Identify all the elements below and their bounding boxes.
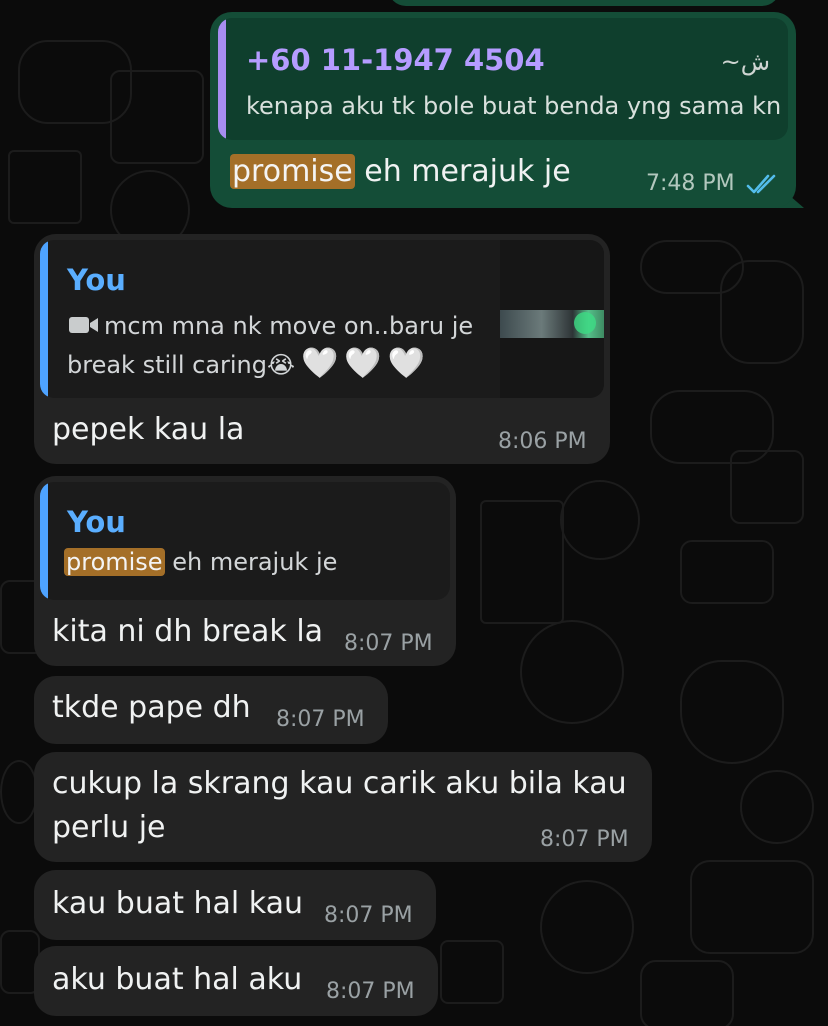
video-camera-icon [68,314,102,336]
message-time: 8:07 PM [326,979,415,1004]
quote-text-line2-text: break still caring [67,351,268,379]
doodle-icon [440,940,504,1004]
white-heart-icon: 🤍 [387,346,426,381]
message-text-line1: cukup la skrang kau carik aku bila kau [52,766,627,801]
quoted-message[interactable]: You promise eh merajuk je [40,482,450,600]
quote-sender-alias: ~ش [720,48,770,76]
doodle-icon [640,960,734,1026]
message-bubble-incoming[interactable]: kau buat hal kau 8:07 PM [34,870,436,940]
message-text: pepek kau la [52,412,245,447]
highlighted-word: promise [230,154,355,189]
highlighted-word: promise [64,548,165,576]
message-time: 8:07 PM [276,707,365,732]
doodle-icon [110,70,204,164]
message-time: 8:06 PM [498,429,587,454]
doodle-icon [8,150,82,224]
video-thumbnail[interactable] [500,240,604,398]
quote-text-rest: eh merajuk je [164,548,338,576]
message-time: 7:48 PM [646,171,735,196]
double-check-icon [746,170,780,198]
doodle-icon [740,770,814,844]
quoted-message[interactable]: +60 11-1947 4504 ~ش kenapa aku tk bole b… [218,18,788,140]
quote-sender: +60 11-1947 4504 [246,43,545,77]
doodle-icon [480,500,564,624]
message-time: 8:07 PM [344,631,433,656]
message-text: aku buat hal aku [52,962,303,997]
message-text: tkde pape dh [52,690,251,725]
message-bubble-incoming[interactable]: You promise eh merajuk je kita ni dh bre… [34,476,456,666]
crying-emoji: 😭 [267,351,296,379]
quote-text: kenapa aku tk bole buat benda yng sama k… [246,92,782,120]
message-text: promise eh merajuk je [230,150,571,194]
quote-accent-bar [40,240,48,398]
quote-sender: You [67,505,126,539]
doodle-icon [520,620,624,724]
doodle-icon [730,450,804,524]
doodle-icon [540,880,634,974]
doodle-icon [0,760,38,824]
quote-accent-bar [218,18,226,140]
white-heart-icon: 🤍 [301,346,339,381]
doodle-icon [560,480,640,560]
message-text: kau buat hal kau [52,886,304,921]
thumbnail-glow [574,312,596,334]
message-bubble-incoming[interactable]: tkde pape dh 8:07 PM [34,676,388,744]
message-bubble-incoming[interactable]: cukup la skrang kau carik aku bila kau p… [34,752,652,862]
doodle-icon [690,860,814,954]
quote-sender: You [67,263,126,297]
white-heart-icon: 🤍 [344,346,382,381]
message-text-line2: perlu je [52,810,166,845]
doodle-icon [680,540,774,604]
doodle-icon [720,260,804,364]
quote-text-line2: break still caring😭 🤍 🤍 🤍 [67,344,425,385]
message-text: kita ni dh break la [52,614,324,649]
doodle-icon [680,660,784,764]
message-time: 8:07 PM [540,827,629,852]
message-bubble-incoming[interactable]: aku buat hal aku 8:07 PM [34,946,438,1016]
message-bubble-incoming[interactable]: You mcm mna nk move on..baru je break st… [34,234,610,464]
message-bubble-outgoing[interactable]: +60 11-1947 4504 ~ش kenapa aku tk bole b… [210,12,796,208]
message-text-rest: eh merajuk je [354,154,571,189]
quoted-message[interactable]: You mcm mna nk move on..baru je break st… [40,240,604,398]
message-time: 8:07 PM [324,903,413,928]
message-bubble-partial [388,0,780,6]
quote-text-line1: mcm mna nk move on..baru je [104,312,474,340]
quote-text: promise eh merajuk je [64,542,337,582]
quote-accent-bar [40,482,48,600]
